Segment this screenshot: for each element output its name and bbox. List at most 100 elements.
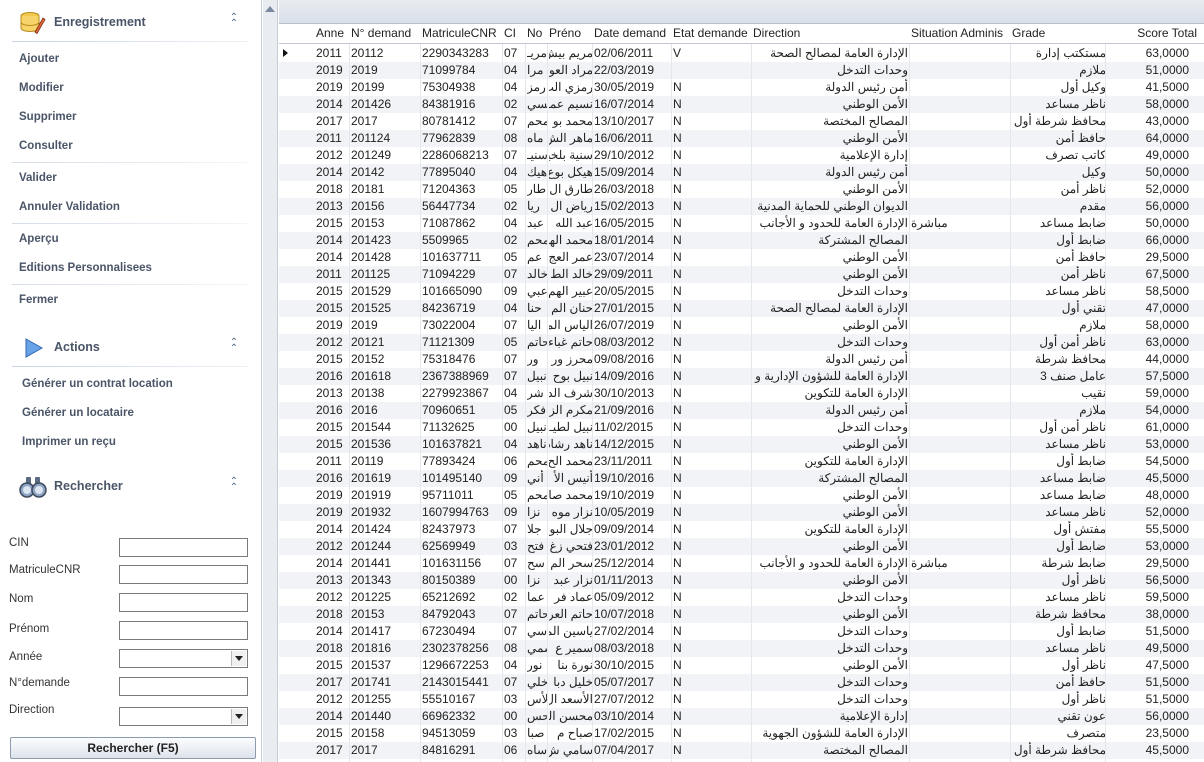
task-apercu[interactable]: Aperçu xyxy=(19,233,59,245)
table-row[interactable]: 2018 20181 71204363 05 طار طارق ال 26/03/2018 N… xyxy=(279,181,1204,198)
cell-prenom[interactable]: سنية بلخير xyxy=(549,147,593,164)
cell-etat-demande[interactable]: N xyxy=(673,113,753,130)
cell-grade[interactable]: ناظر مساعد xyxy=(1012,96,1106,113)
cell-score-total[interactable]: 63,0000 xyxy=(1107,334,1197,351)
cell-grade[interactable]: مفتش أول xyxy=(1012,521,1106,538)
cell-direction[interactable]: وحدات التدخل xyxy=(753,62,908,79)
cell-n-demande[interactable]: 201255 xyxy=(351,691,421,708)
cell-direction[interactable]: الأمن الوطني xyxy=(753,96,908,113)
cell-etat-demande[interactable]: N xyxy=(673,215,753,232)
cell-n-demande[interactable]: 201529 xyxy=(351,283,421,300)
cell-matricule[interactable]: 65212692 xyxy=(422,589,503,606)
cell-etat-demande[interactable]: N xyxy=(673,368,753,385)
cell-no[interactable]: سح xyxy=(527,555,548,572)
cell-date-demande[interactable]: 26/07/2019 xyxy=(594,317,672,334)
cell-grade[interactable]: حافظ أمن xyxy=(1012,249,1106,266)
prenom-input[interactable] xyxy=(119,621,248,640)
cell-etat-demande[interactable]: N xyxy=(673,283,753,300)
cell-n-demande[interactable]: 201417 xyxy=(351,623,421,640)
cell-grade[interactable]: وكيل أول xyxy=(1012,79,1106,96)
cell-no[interactable]: ماه xyxy=(527,130,548,147)
cell-prenom[interactable]: نبيل بوح xyxy=(549,368,593,385)
cell-ci[interactable]: 00 xyxy=(504,419,526,436)
cell-grade[interactable]: ضابط مساعد xyxy=(1012,215,1106,232)
cell-n-demande[interactable]: 201741 xyxy=(351,674,421,691)
cell-direction[interactable]: وحدات التدخل xyxy=(753,283,908,300)
cell-matricule[interactable]: 101637711 xyxy=(422,249,503,266)
cell-ci[interactable]: 00 xyxy=(504,572,526,589)
cell-date-demande[interactable]: 02/06/2011 xyxy=(594,45,672,62)
cell-no[interactable]: صبا xyxy=(527,725,548,742)
cell-matricule[interactable]: 66962332 xyxy=(422,708,503,725)
cell-ci[interactable]: 07 xyxy=(504,351,526,368)
cell-no[interactable]: عبي xyxy=(527,283,548,300)
cell-no[interactable]: هيك xyxy=(527,164,548,181)
cell-no[interactable]: جلا xyxy=(527,521,548,538)
table-row[interactable]: 20142014268438191602نسينسيم عما16/07/201… xyxy=(279,96,1204,113)
header-col-score-total[interactable]: Score Total xyxy=(1107,26,1197,40)
cell-ci[interactable]: 07 xyxy=(504,555,526,572)
cell-direction[interactable]: الأمن الوطني xyxy=(753,436,908,453)
cell-prenom[interactable]: عماد فر xyxy=(549,589,593,606)
cell-no[interactable]: طار xyxy=(527,181,548,198)
cell-score-total[interactable]: 38,0000 xyxy=(1107,606,1197,623)
table-row[interactable]: 2017 201741 2143015441 07 خلي خليل دبا 05/07/2… xyxy=(279,674,1204,691)
table-row[interactable]: 2015 201544 71132625 00 نبيل نبيل لطيـ 11/02/2… xyxy=(279,419,1204,436)
cell-prenom[interactable]: مراد العو xyxy=(549,62,593,79)
cell-score-total[interactable]: 58,5000 xyxy=(1107,283,1197,300)
cell-etat-demande[interactable]: N xyxy=(673,436,753,453)
cell-direction[interactable]: الأمن الوطني xyxy=(753,606,908,623)
cell-score-total[interactable]: 51,5000 xyxy=(1107,674,1197,691)
cell-direction[interactable]: الأمن الوطني xyxy=(753,487,908,504)
table-row[interactable]: 2018201816230237825608سميسمير ع08/03/201… xyxy=(279,640,1204,657)
table-row[interactable]: 2015 20153 71087862 04 عبد عبد الله 16/05/2015… xyxy=(279,215,1204,232)
cell-etat-demande[interactable]: N xyxy=(673,79,753,96)
table-row[interactable]: 2017 2017 84816291 06 ساه سامي ش 07/04/2017 N ال… xyxy=(279,742,1204,759)
cell-prenom[interactable]: خليل دبا xyxy=(549,674,593,691)
cell-prenom[interactable]: الياس الم xyxy=(549,317,593,334)
cell-etat-demande[interactable]: N xyxy=(673,606,753,623)
header-col-etat-demande[interactable]: Etat demande xyxy=(673,26,753,40)
cell-annee[interactable]: 2014 xyxy=(316,623,350,640)
cell-n-demande[interactable]: 201343 xyxy=(351,572,421,589)
cell-n-demande[interactable]: 201816 xyxy=(351,640,421,657)
cell-direction[interactable]: الأمن الوطني xyxy=(753,249,908,266)
cell-matricule[interactable]: 80781412 xyxy=(422,113,503,130)
cell-n-demande[interactable]: 20142 xyxy=(351,164,421,181)
cell-score-total[interactable]: 50,0000 xyxy=(1107,164,1197,181)
cell-ci[interactable]: 03 xyxy=(504,538,526,555)
cell-n-demande[interactable]: 2019 xyxy=(351,62,421,79)
table-row[interactable]: 2012 20121 71121309 05 حاتم حاتم غباء 08/03/20… xyxy=(279,334,1204,351)
cell-etat-demande[interactable]: N xyxy=(673,181,753,198)
cell-no[interactable]: نزا xyxy=(527,504,548,521)
cell-n-demande[interactable]: 20158 xyxy=(351,725,421,742)
cell-prenom[interactable]: محسن الة xyxy=(549,708,593,725)
cell-date-demande[interactable]: 29/10/2012 xyxy=(594,147,672,164)
table-row[interactable]: 2016 2016 70960651 05 فكر مكرم الز 21/09/2016 N… xyxy=(279,402,1204,419)
cell-no[interactable]: فكر xyxy=(527,402,548,419)
cell-no[interactable]: مرا xyxy=(527,62,548,79)
cell-no[interactable]: الأس xyxy=(527,691,548,708)
cell-direction[interactable]: الإدارة العامة للحدود و الأجانب xyxy=(753,215,908,232)
cell-date-demande[interactable]: 14/09/2016 xyxy=(594,368,672,385)
cell-matricule[interactable]: 84792043 xyxy=(422,606,503,623)
cell-annee[interactable]: 2017 xyxy=(316,113,350,130)
header-col-n-demande[interactable]: N° demand xyxy=(351,26,421,40)
cell-no[interactable]: اليا xyxy=(527,317,548,334)
cell-prenom[interactable]: نزار عبد xyxy=(549,572,593,589)
cell-annee[interactable]: 2012 xyxy=(316,538,350,555)
cell-direction[interactable]: أمن رئيس الدولة xyxy=(753,164,908,181)
cell-grade[interactable]: وكيل xyxy=(1012,164,1106,181)
cell-n-demande[interactable]: 201525 xyxy=(351,300,421,317)
cell-n-demande[interactable]: 20199 xyxy=(351,79,421,96)
cell-date-demande[interactable]: 05/09/2012 xyxy=(594,589,672,606)
table-row[interactable]: 20122012555551016703الأسالأسعد ال27/07/2… xyxy=(279,691,1204,708)
header-col-date-demande[interactable]: Date demand xyxy=(594,26,672,40)
table-row[interactable]: 2014 201441 101631156 07 سح سحر الم 25/12/2014… xyxy=(279,555,1204,572)
cell-n-demande[interactable]: 201423 xyxy=(351,232,421,249)
cell-prenom[interactable]: مكرم الز xyxy=(549,402,593,419)
cell-prenom[interactable]: محمد الها xyxy=(549,232,593,249)
cell-grade[interactable]: عامل صنف 3 xyxy=(1012,368,1106,385)
cell-prenom[interactable]: فتحي زغ xyxy=(549,538,593,555)
cell-matricule[interactable]: 77895040 xyxy=(422,164,503,181)
